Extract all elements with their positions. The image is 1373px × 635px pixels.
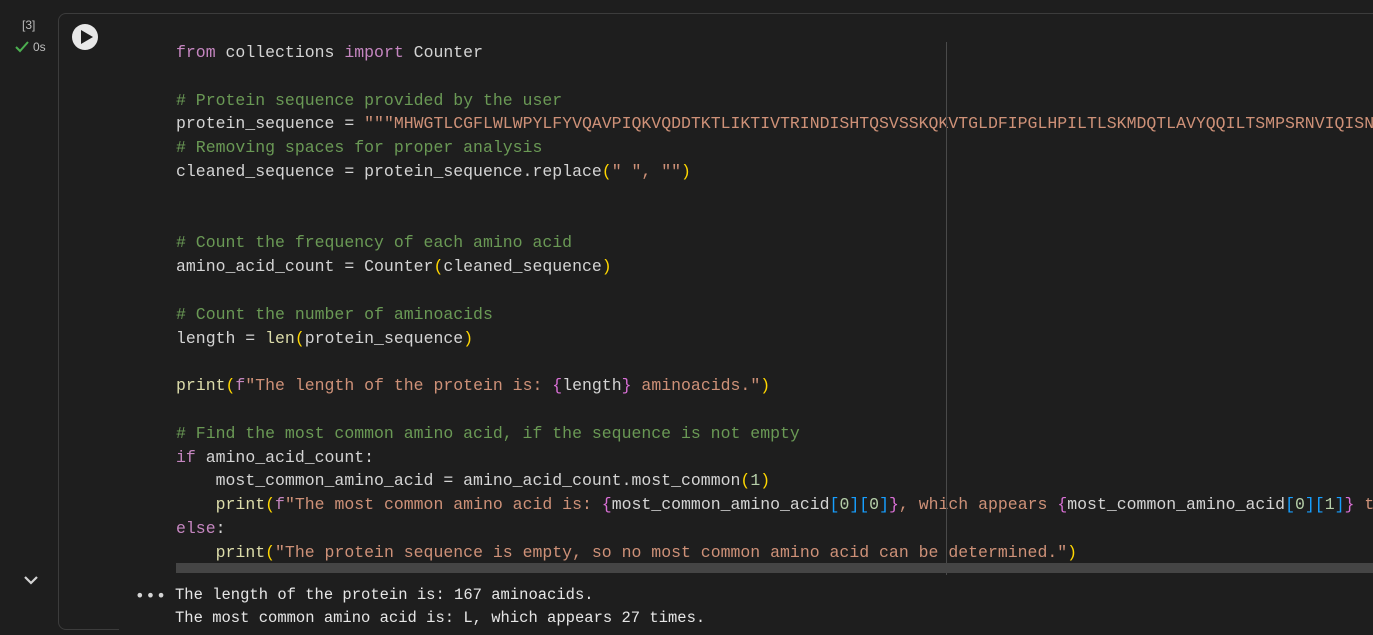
code-line: else: [176,518,226,538]
execution-time: 0s [33,40,46,54]
code-line: most_common_amino_acid = amino_acid_coun… [215,471,771,491]
code-line: if amino_acid_count: [176,447,375,467]
horizontal-scrollbar[interactable] [176,563,1373,573]
execution-count: [3] [22,18,36,32]
code-line: # Protein sequence provided by the user [176,90,563,110]
code-line: # Count the number of aminoacids [176,304,493,324]
code-line: # Count the frequency of each amino acid [176,233,573,253]
code-line: print(f"The most common amino acid is: {… [215,495,1373,515]
code-line: from collections import Counter [176,43,483,62]
code-line: length = len(protein_sequence) [176,328,474,348]
code-line: protein_sequence = """MHWGTLCGFLWLWPYLFY… [176,114,1373,134]
run-cell-button[interactable] [72,24,98,50]
code-cell: from collections import Counter # Protein… [58,13,1373,635]
play-icon [80,30,93,44]
code-line: amino_acid_count = Counter(cleaned_seque… [176,257,612,277]
line-length-ruler [946,42,947,575]
code-line: # Find the most common amino acid, if th… [176,423,800,443]
code-line: cleaned_sequence = protein_sequence.repl… [176,161,691,181]
output-text: The length of the protein is: 167 aminoa… [175,584,705,629]
code-line: # Removing spaces for proper analysis [176,138,543,158]
output-line: The length of the protein is: 167 aminoa… [175,586,594,604]
code-editor[interactable]: from collections import Counter # Protein… [119,28,1373,575]
check-icon [15,41,29,53]
chevron-down-icon[interactable] [22,572,40,588]
code-line: print("The protein sequence is empty, so… [215,542,1078,562]
more-horizontal-icon[interactable]: ••• [135,586,167,605]
execution-status: 0s [14,40,46,54]
cell-gutter: [3] 0s [0,0,58,621]
code-content[interactable]: from collections import Counter # Protein… [176,41,1373,565]
code-line: print(f"The length of the protein is: {l… [176,376,771,396]
output-line: The most common amino acid is: L, which … [175,608,706,627]
cell-output: ••• The length of the protein is: 167 am… [119,576,1373,635]
